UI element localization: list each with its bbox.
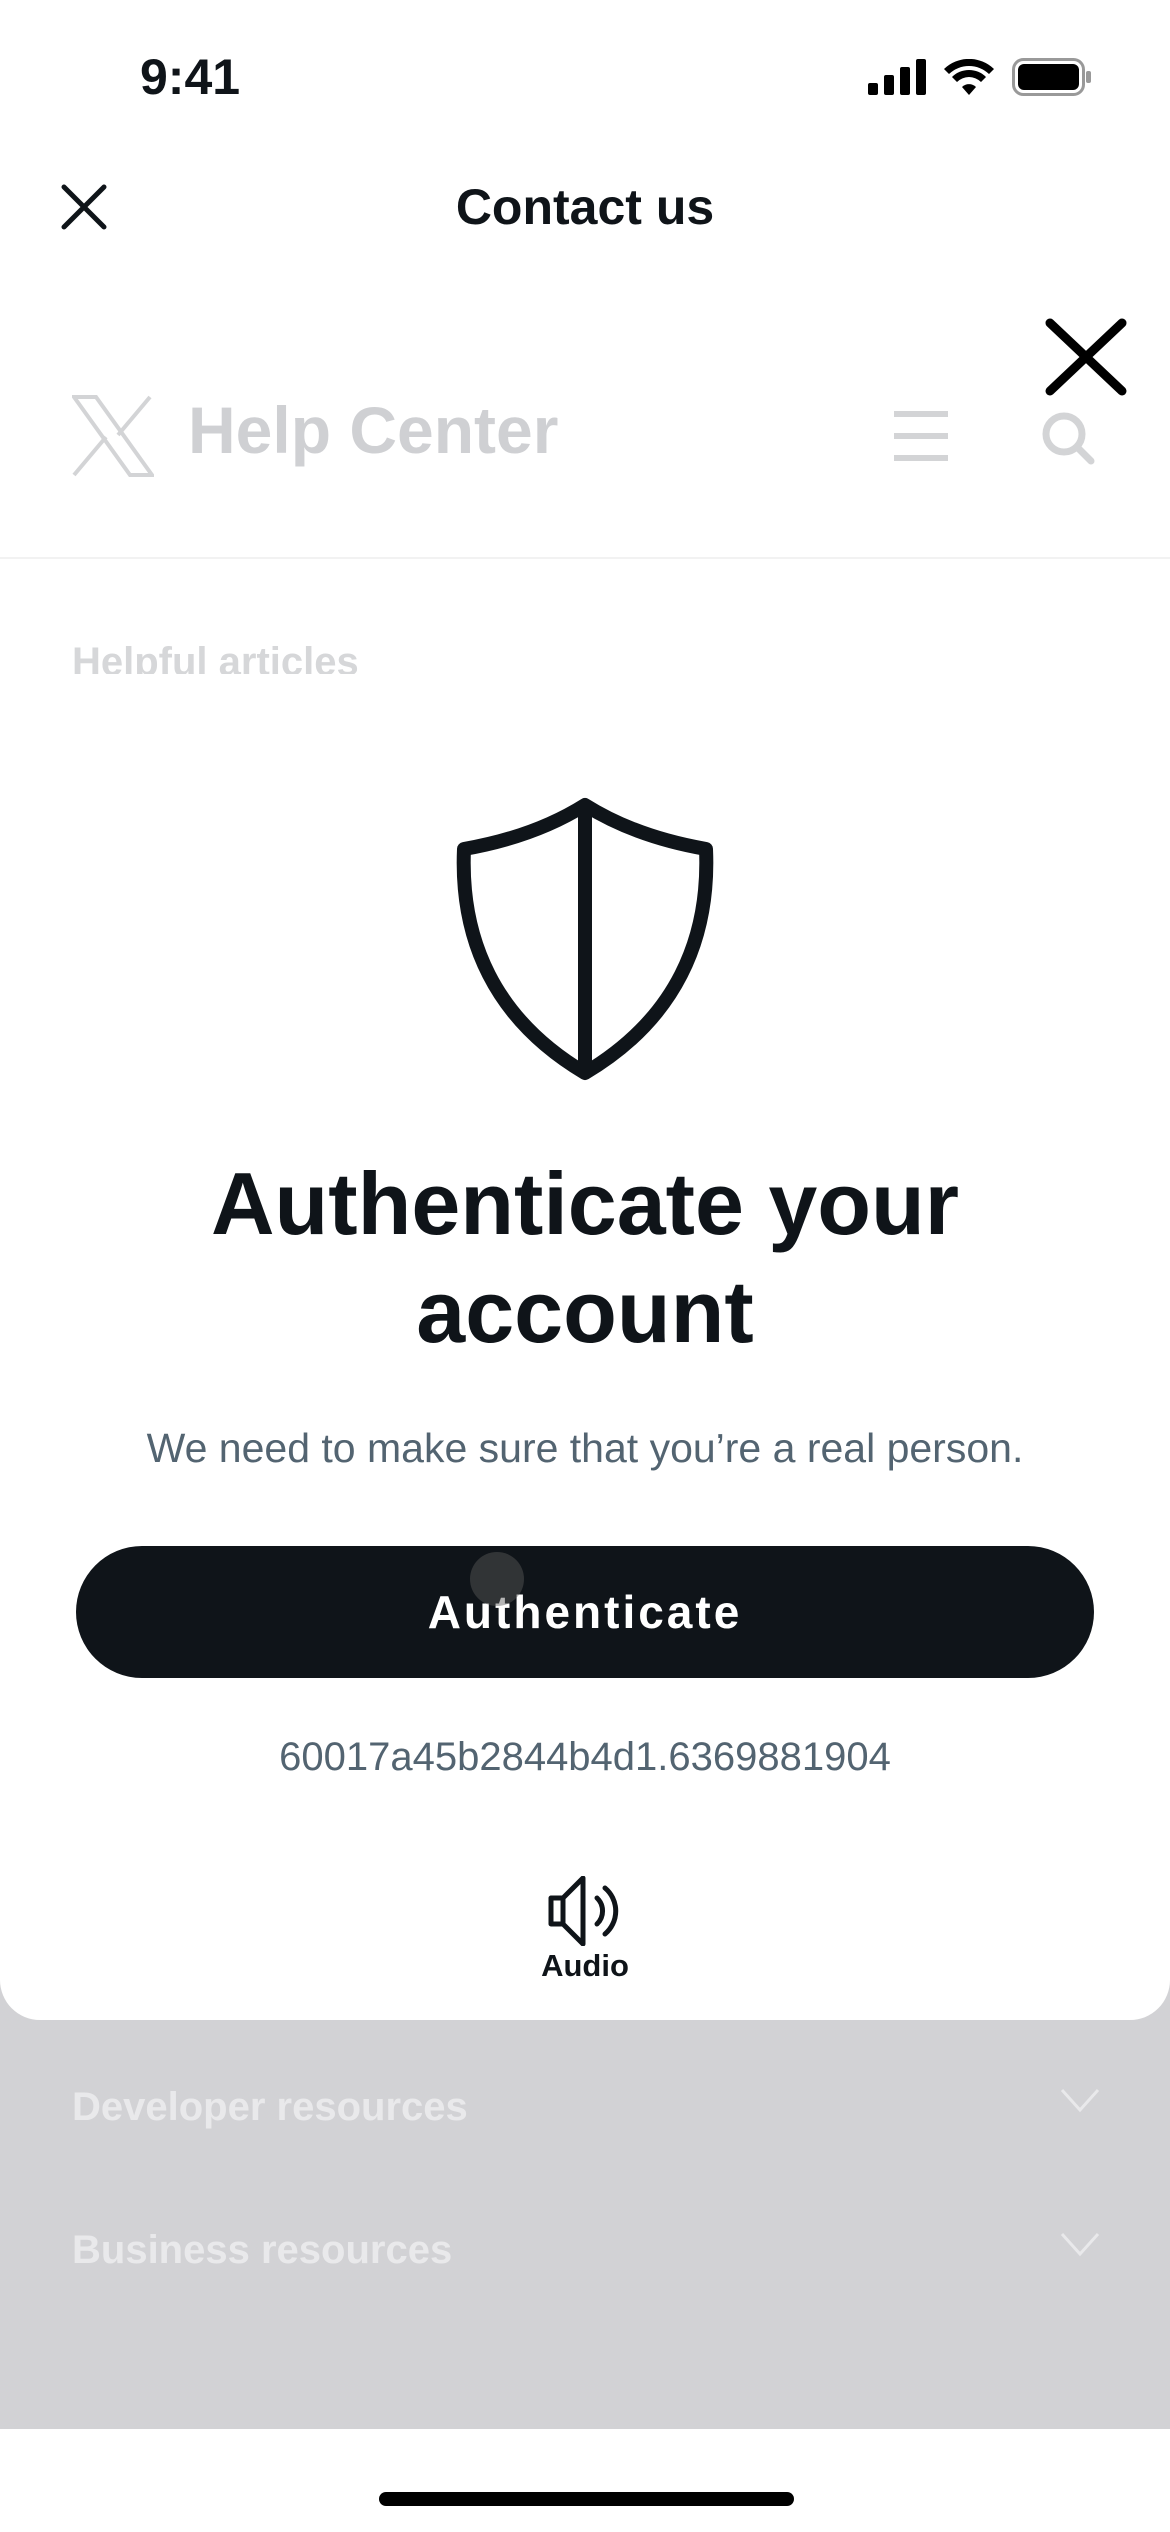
search-icon[interactable] [1040, 410, 1096, 466]
divider [0, 557, 1170, 559]
modal-subtitle: We need to make sure that you’re a real … [146, 1425, 1024, 1471]
help-center-title: Help Center [188, 393, 559, 467]
shield-icon [456, 798, 714, 1080]
page-title: Contact us [455, 179, 715, 235]
wifi-icon [944, 59, 994, 95]
speaker-icon[interactable] [547, 1876, 623, 1946]
battery-icon [1012, 58, 1091, 96]
chevron-down-icon [1060, 2232, 1100, 2257]
status-icons [868, 58, 1092, 96]
touch-indicator [470, 1552, 524, 1606]
dismiss-icon[interactable] [1045, 318, 1127, 396]
x-logo-icon [72, 395, 154, 477]
session-code: 60017a45b2844b4d1.6369881904 [279, 1735, 891, 1779]
modal-title-line: Authenticate your [210, 1154, 960, 1253]
home-indicator[interactable] [379, 2492, 794, 2506]
chevron-down-icon [1060, 2088, 1100, 2113]
modal-title: Authenticate your account [0, 1150, 1170, 1366]
audio-button-label[interactable]: Audio [0, 1948, 1170, 1984]
authenticate-button[interactable]: Authenticate [76, 1546, 1094, 1678]
section-helpful-articles[interactable]: Helpful articles [72, 640, 359, 675]
menu-icon[interactable] [892, 410, 950, 462]
status-time: 9:41 [140, 49, 241, 105]
section-business-resources[interactable]: Business resources [72, 2228, 452, 2273]
section-developer-resources[interactable]: Developer resources [72, 2085, 468, 2130]
signal-icon [868, 59, 926, 95]
modal-title-line: account [416, 1262, 754, 1361]
